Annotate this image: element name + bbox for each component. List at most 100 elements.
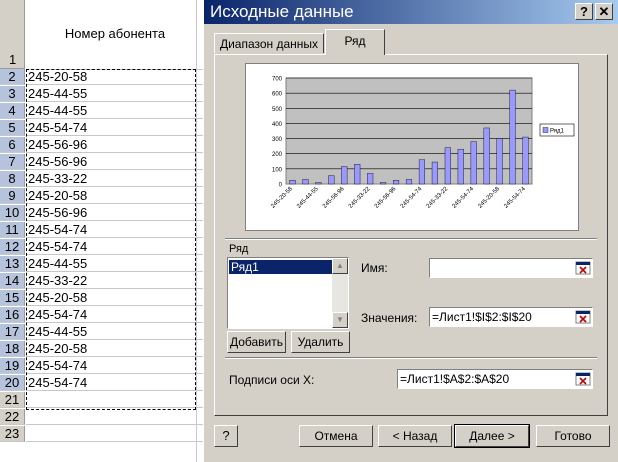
row-header[interactable]: 16 — [0, 307, 25, 323]
row-header[interactable]: 11 — [0, 222, 25, 238]
divider — [225, 238, 597, 240]
row-header[interactable]: 18 — [0, 341, 25, 357]
row-header[interactable]: 9 — [0, 188, 25, 204]
cell[interactable]: 245-54-74 — [26, 239, 204, 255]
add-series-button[interactable]: Добавить — [227, 331, 286, 353]
cell[interactable] — [26, 392, 204, 408]
row-header[interactable]: 10 — [0, 205, 25, 221]
row-header[interactable]: 4 — [0, 103, 25, 119]
row-header[interactable]: 13 — [0, 256, 25, 272]
row-header[interactable]: 3 — [0, 86, 25, 102]
cell[interactable]: 245-54-74 — [26, 120, 204, 136]
bar — [522, 136, 529, 185]
delete-series-button[interactable]: Удалить — [291, 331, 350, 353]
cell[interactable] — [26, 426, 204, 442]
x-tick-label: 245-33-22 — [426, 186, 450, 210]
x-tick-label: 245-20-58 — [477, 186, 501, 210]
row-header[interactable]: 12 — [0, 239, 25, 255]
source-data-dialog: Исходные данные ? ✕ Диапазон данных Ряд … — [203, 0, 618, 462]
bar — [496, 138, 503, 185]
name-field[interactable] — [429, 258, 593, 278]
scroll-down-icon[interactable]: ▼ — [332, 312, 348, 328]
finish-button[interactable]: Готово — [536, 425, 610, 447]
row-header[interactable]: 22 — [0, 409, 25, 425]
range-select-icon[interactable] — [575, 309, 591, 325]
row-header[interactable]: 21 — [0, 392, 25, 408]
row-header[interactable]: 8 — [0, 171, 25, 187]
row-header[interactable]: 7 — [0, 154, 25, 170]
cell[interactable]: 245-54-74 — [26, 375, 204, 391]
cell[interactable]: 245-33-22 — [26, 273, 204, 289]
cell[interactable]: 245-56-96 — [26, 205, 204, 221]
x-labels-field-value: =Лист1!$A$2:$A$20 — [400, 372, 510, 386]
x-labels-field[interactable]: =Лист1!$A$2:$A$20 — [397, 369, 593, 389]
bar — [367, 173, 374, 185]
cell[interactable]: 245-44-55 — [26, 256, 204, 272]
x-tick-label: 245-54-74 — [400, 186, 424, 210]
help-icon[interactable]: ? — [214, 425, 238, 447]
bar — [393, 180, 400, 185]
title-bar[interactable]: Исходные данные ? ✕ — [204, 0, 618, 24]
row-header[interactable]: 2 — [0, 69, 25, 85]
row-header[interactable]: 19 — [0, 358, 25, 374]
x-tick-label: 245-56-96 — [322, 186, 346, 210]
cell[interactable] — [26, 409, 204, 425]
cell[interactable]: 245-44-55 — [26, 324, 204, 340]
row-header[interactable]: 14 — [0, 273, 25, 289]
cell[interactable]: 245-44-55 — [26, 103, 204, 119]
tab-panel-series: 0 100 200 300 400 500 600 700 245-20-58 245-44-55… — [214, 54, 608, 416]
cancel-button[interactable]: Отмена — [299, 425, 373, 447]
row-header-1[interactable]: 1 — [0, 0, 25, 69]
help-title-button[interactable]: ? — [575, 3, 593, 20]
cell[interactable]: 245-20-58 — [26, 341, 204, 357]
x-tick-label: 245-44-55 — [296, 186, 320, 210]
x-tick-label: 245-33-22 — [348, 186, 372, 210]
row-header[interactable]: 23 — [0, 426, 25, 442]
range-select-icon[interactable] — [575, 260, 591, 276]
bar — [328, 175, 335, 185]
scroll-up-icon[interactable]: ▲ — [332, 258, 348, 274]
close-button[interactable]: ✕ — [595, 3, 613, 20]
bar — [444, 147, 451, 185]
cell[interactable]: 245-54-74 — [26, 222, 204, 238]
cell[interactable]: 245-44-55 — [26, 86, 204, 102]
x-tick-label: 245-20-58 — [270, 186, 294, 210]
row-header[interactable]: 15 — [0, 290, 25, 306]
row-header[interactable]: 5 — [0, 120, 25, 136]
tab-series[interactable]: Ряд — [325, 29, 385, 55]
bar — [405, 179, 413, 185]
bar — [380, 182, 387, 185]
series-list-item[interactable]: Ряд1 — [229, 260, 332, 274]
row-number: 1 — [9, 52, 17, 67]
values-field[interactable]: =Лист1!$I$2:$I$20 — [429, 307, 593, 327]
spreadsheet: 1 Номер абонента 2 245-20-58 3 245-44-55 4 24… — [0, 0, 204, 462]
cell[interactable]: 245-20-58 — [26, 69, 204, 85]
back-button[interactable]: < Назад — [378, 425, 452, 447]
cell[interactable]: 245-33-22 — [26, 171, 204, 187]
row-header[interactable]: 20 — [0, 375, 25, 391]
x-tick-label: 245-54-74 — [503, 186, 527, 210]
bar — [509, 89, 516, 185]
cell[interactable]: 245-54-74 — [26, 307, 204, 323]
x-tick-label: 245-56-96 — [374, 186, 398, 210]
cell[interactable]: 245-54-74 — [26, 358, 204, 374]
next-button[interactable]: Далее > — [454, 424, 530, 448]
name-label: Имя: — [361, 261, 388, 275]
row-header[interactable]: 17 — [0, 324, 25, 340]
cell[interactable]: 245-56-96 — [26, 137, 204, 153]
values-label: Значения: — [361, 311, 418, 325]
cell[interactable]: 245-20-58 — [26, 290, 204, 306]
listbox-scrollbar[interactable]: ▲ ▼ — [332, 258, 348, 328]
cell[interactable]: 245-20-58 — [26, 188, 204, 204]
bar — [431, 161, 438, 185]
range-select-icon[interactable] — [575, 371, 591, 387]
cell[interactable]: 245-56-96 — [26, 154, 204, 170]
header-cell[interactable]: Номер абонента — [26, 0, 204, 70]
dialog-title: Исходные данные — [210, 2, 354, 21]
y-tick-label: 200 — [272, 152, 283, 158]
bar — [418, 159, 425, 185]
values-field-value: =Лист1!$I$2:$I$20 — [432, 310, 532, 324]
tab-data-range[interactable]: Диапазон данных — [214, 33, 324, 53]
row-header[interactable]: 6 — [0, 137, 25, 153]
series-listbox[interactable]: Ряд1 ▲ ▼ — [227, 257, 349, 329]
